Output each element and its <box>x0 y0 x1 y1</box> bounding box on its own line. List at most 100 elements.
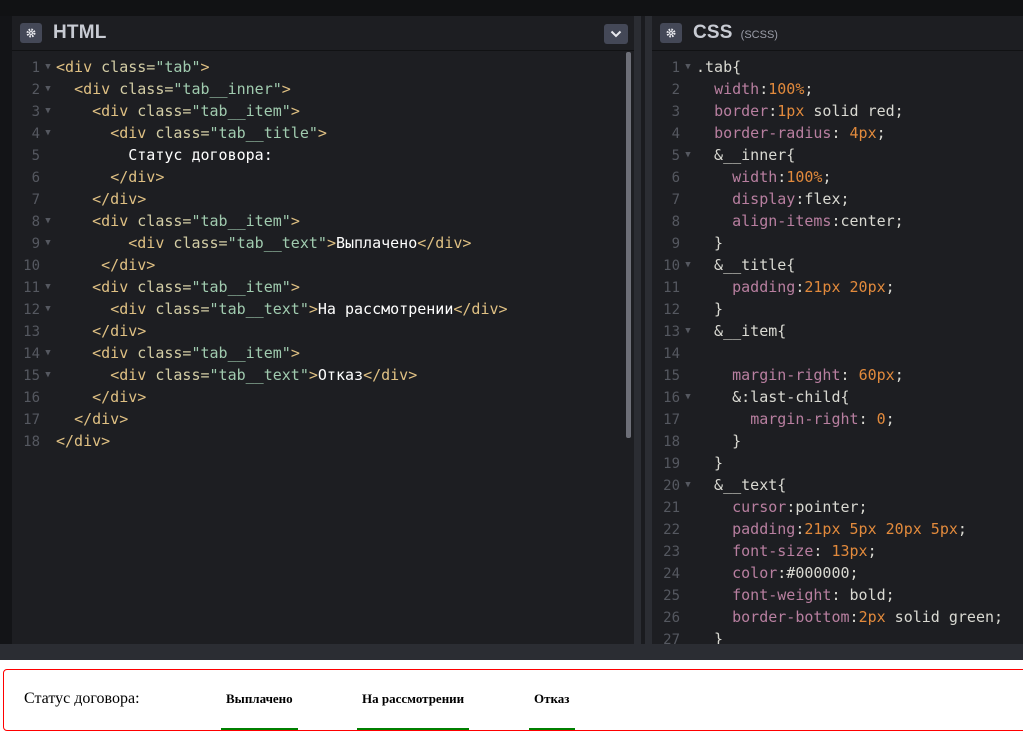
code-line[interactable]: 14 <box>652 342 696 364</box>
code-token: class= <box>137 278 192 296</box>
code-line[interactable]: 21 cursor:pointer; <box>652 496 867 518</box>
code-token: > <box>290 212 300 230</box>
code-line[interactable]: 6 width:100%; <box>652 166 832 188</box>
code-line[interactable]: 11 padding:21px 20px; <box>652 276 895 298</box>
code-token: margin-right <box>750 410 859 428</box>
code-line[interactable]: 13 </div> <box>12 320 146 342</box>
css-editor-panel: CSS (SCSS) 1 ▼ .tab{2 width:100%; 3 border:… <box>652 16 1023 644</box>
css-settings-button[interactable] <box>660 23 682 43</box>
code-line[interactable]: 1 ▼ <div class="tab"> <box>12 56 210 78</box>
line-number: 24 <box>663 566 680 582</box>
code-line[interactable]: 7 </div> <box>12 188 147 210</box>
panel-resize-divider[interactable] <box>634 16 652 644</box>
fold-arrow-icon[interactable]: ▼ <box>680 56 696 78</box>
code-line[interactable]: 17 margin-right: 0; <box>652 408 895 430</box>
code-token: } <box>696 630 724 644</box>
code-line[interactable]: 6 </div> <box>12 166 165 188</box>
code-token: На рассмотрении <box>317 300 454 318</box>
tab-item-rejected[interactable]: Отказ <box>529 690 575 730</box>
html-editor-scrollbar[interactable] <box>626 52 631 438</box>
code-line[interactable]: 9 ▼ <div class="tab__text">Выплачено</div… <box>12 232 472 254</box>
fold-arrow-icon[interactable]: ▼ <box>680 474 696 496</box>
code-line[interactable]: 15 margin-right: 60px; <box>652 364 904 386</box>
fold-arrow-icon[interactable]: ▼ <box>680 320 696 342</box>
code-line[interactable]: 13 ▼ &__item{ <box>652 320 786 342</box>
code-line[interactable]: 19 } <box>652 452 723 474</box>
fold-arrow-icon[interactable]: ▼ <box>40 122 56 144</box>
code-line[interactable]: 2 ▼ <div class="tab__inner"> <box>12 78 291 100</box>
code-token: 4px <box>849 124 877 142</box>
code-line[interactable]: 18 } <box>652 430 741 452</box>
html-editor-panel: HTML 1 ▼ <div class="tab"> 2 ▼ <div class="t… <box>12 16 634 644</box>
fold-arrow-icon[interactable]: ▼ <box>40 100 56 122</box>
line-number: 16 <box>23 390 40 406</box>
code-line[interactable]: 8 ▼ <div class="tab__item"> <box>12 210 300 232</box>
code-token: </div> <box>56 432 111 450</box>
html-settings-button[interactable] <box>20 23 42 43</box>
code-line[interactable]: 17 </div> <box>12 408 128 430</box>
code-line[interactable]: 18 </div> <box>12 430 110 452</box>
fold-arrow-icon[interactable]: ▼ <box>40 276 56 298</box>
code-token: > <box>290 344 300 362</box>
code-token: </div> <box>74 410 129 428</box>
code-line[interactable]: 20 ▼ &__text{ <box>652 474 786 496</box>
fold-arrow-icon[interactable]: ▼ <box>40 298 56 320</box>
fold-arrow-icon[interactable]: ▼ <box>680 144 696 166</box>
fold-arrow-icon[interactable]: ▼ <box>680 386 696 408</box>
css-code-editor[interactable]: 1 ▼ .tab{2 width:100%; 3 border:1px solid r… <box>652 52 1023 644</box>
code-line[interactable]: 14 ▼ <div class="tab__item"> <box>12 342 300 364</box>
code-line[interactable]: 24 color:#000000; <box>652 562 858 584</box>
line-number: 13 <box>663 324 680 340</box>
code-line[interactable]: 11 ▼ <div class="tab__item"> <box>12 276 300 298</box>
fold-arrow-icon[interactable]: ▼ <box>40 210 56 232</box>
code-token: > <box>290 278 300 296</box>
code-line[interactable]: 7 display:flex; <box>652 188 850 210</box>
code-line[interactable]: 12 ▼ <div class="tab__text">На рассмотрен… <box>12 298 507 320</box>
code-line[interactable]: 9 } <box>652 232 724 254</box>
line-number: 14 <box>663 346 680 362</box>
fold-arrow-icon[interactable]: ▼ <box>40 364 56 386</box>
code-line[interactable]: 23 font-size: 13px; <box>652 540 876 562</box>
left-resize-gutter[interactable] <box>0 16 12 644</box>
code-line[interactable]: 26 border-bottom:2px solid green; <box>652 606 1003 628</box>
code-line[interactable]: 10 ▼ &__title{ <box>652 254 795 276</box>
code-line[interactable]: 16 ▼ &:last-child{ <box>652 386 849 408</box>
code-token: : <box>759 80 769 98</box>
fold-arrow-icon[interactable]: ▼ <box>40 56 56 78</box>
code-token: <div <box>92 102 138 120</box>
code-line[interactable]: 10 </div> <box>12 254 155 276</box>
code-token: &__inner{ <box>696 146 796 164</box>
html-collapse-button[interactable] <box>604 24 628 44</box>
code-line[interactable]: 22 padding:21px 5px 20px 5px; <box>652 518 967 540</box>
code-token: </div> <box>92 322 147 340</box>
fold-arrow-icon[interactable]: ▼ <box>40 342 56 364</box>
code-line[interactable]: 16 </div> <box>12 386 146 408</box>
code-line[interactable]: 3 border:1px solid red; <box>652 100 904 122</box>
code-line[interactable]: 1 ▼ .tab{ <box>652 56 742 78</box>
fold-arrow-icon[interactable]: ▼ <box>40 78 56 100</box>
code-token: padding <box>732 278 796 296</box>
code-line[interactable]: 15 ▼ <div class="tab__text">Отказ</div> <box>12 364 417 386</box>
code-line[interactable]: 25 font-weight: bold; <box>652 584 895 606</box>
html-code-editor[interactable]: 1 ▼ <div class="tab"> 2 ▼ <div class="tab__i… <box>12 52 634 644</box>
preview-resize-bar[interactable] <box>0 644 1023 660</box>
code-token: border-bottom <box>732 608 850 626</box>
fold-arrow-icon[interactable]: ▼ <box>680 254 696 276</box>
code-line[interactable]: 3 ▼ <div class="tab__item"> <box>12 100 300 122</box>
code-line[interactable]: 5 Статус договора: <box>12 144 273 166</box>
code-token: class= <box>137 212 192 230</box>
code-line[interactable]: 12 } <box>652 298 723 320</box>
code-line[interactable]: 4 border-radius: 4px; <box>652 122 886 144</box>
code-line[interactable]: 8 align-items:center; <box>652 210 904 232</box>
line-number: 20 <box>663 478 680 494</box>
code-line[interactable]: 5 ▼ &__inner{ <box>652 144 796 166</box>
tab-item-paid[interactable]: Выплачено <box>221 690 298 730</box>
code-line[interactable]: 27 } <box>652 628 723 644</box>
code-line[interactable]: 2 width:100%; <box>652 78 814 100</box>
tab-item-under-review[interactable]: На рассмотрении <box>357 690 470 730</box>
fold-arrow-icon[interactable]: ▼ <box>40 232 56 254</box>
code-line[interactable]: 4 ▼ <div class="tab__title"> <box>12 122 327 144</box>
